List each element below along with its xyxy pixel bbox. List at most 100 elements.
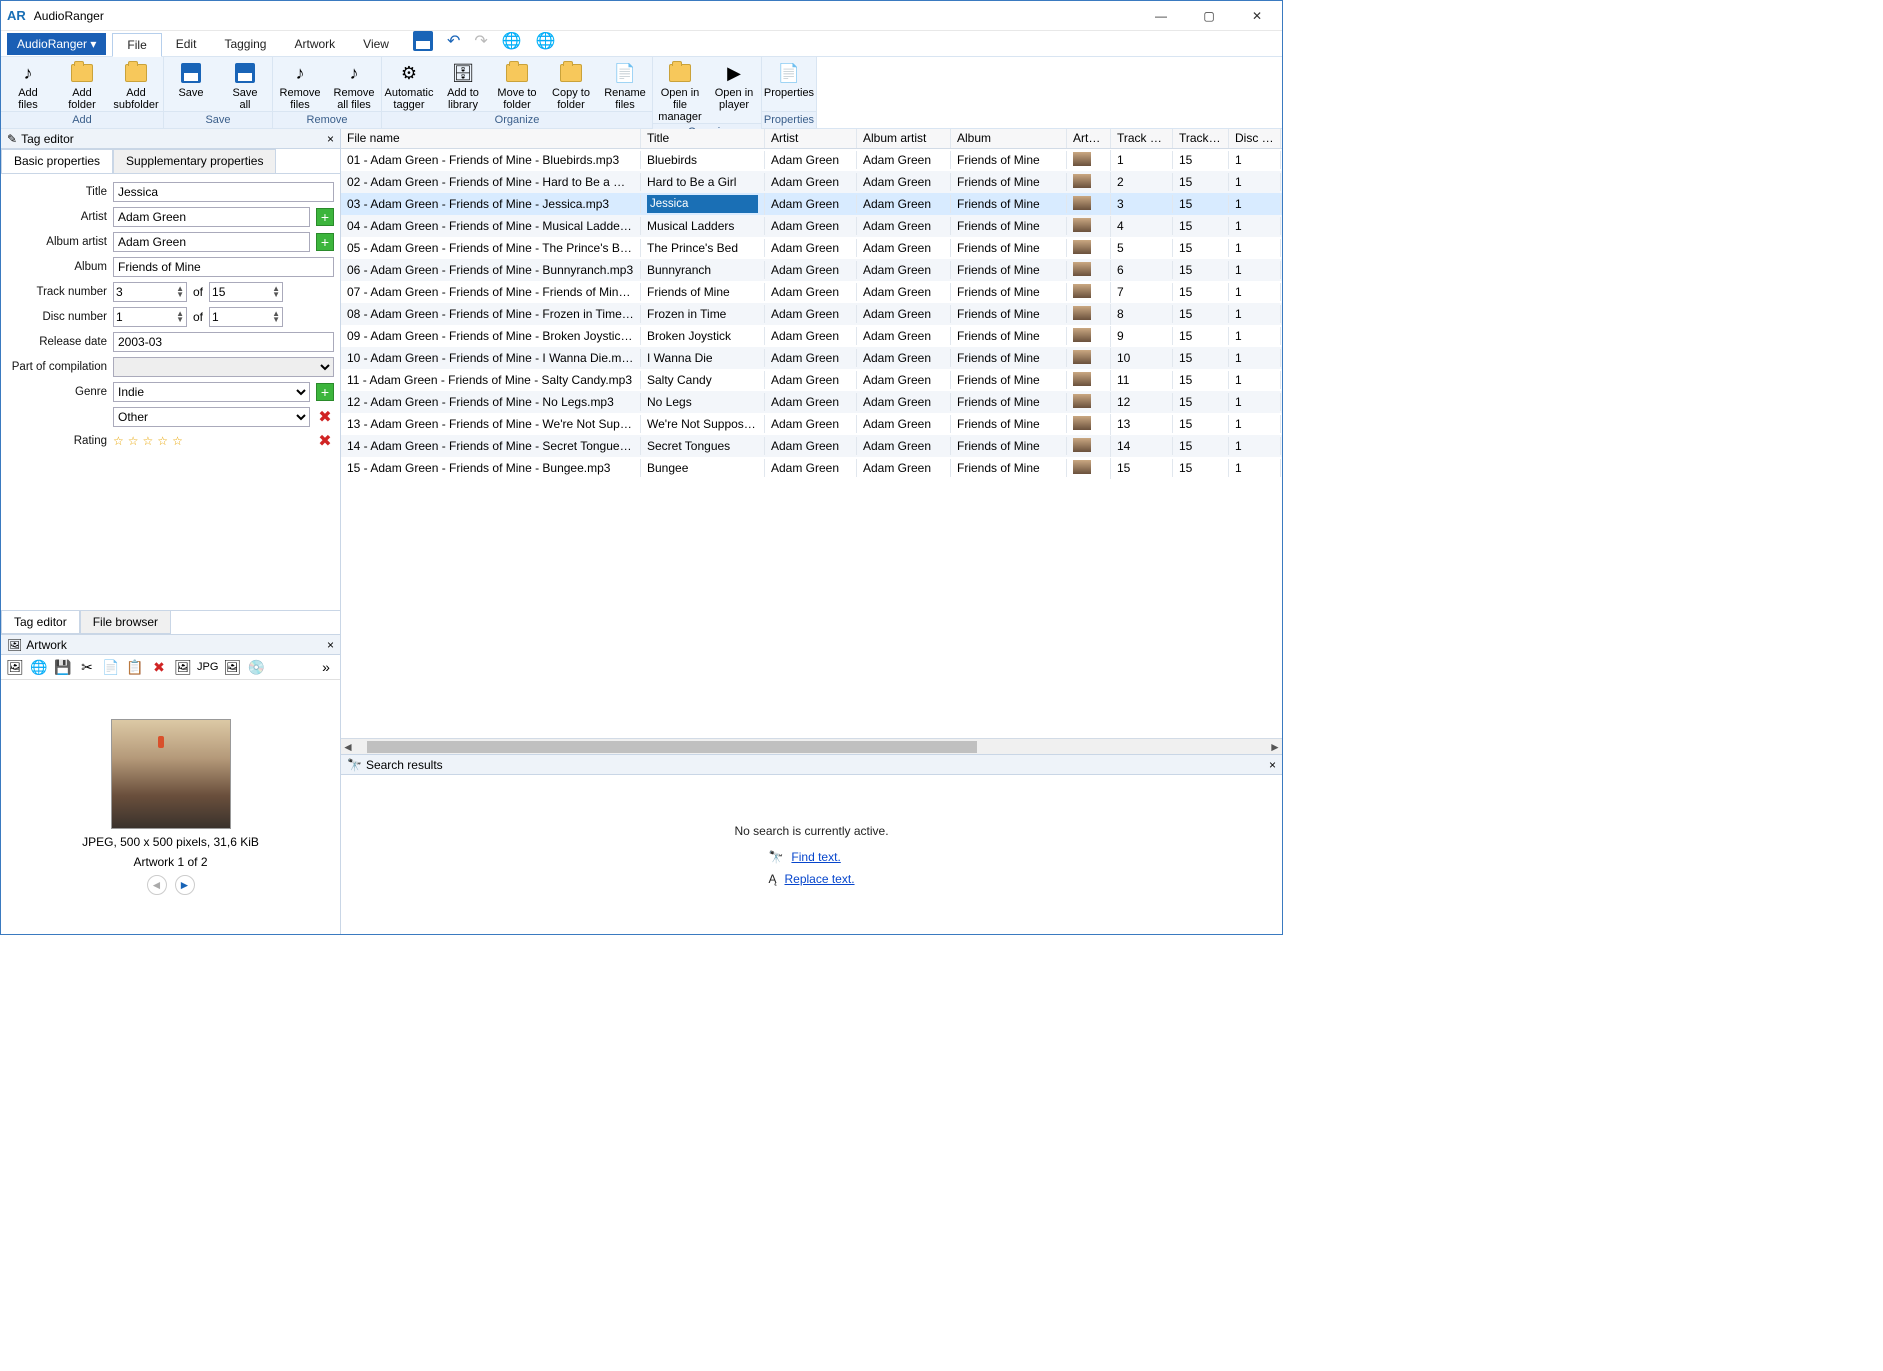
replace-text-link[interactable]: Replace text. — [784, 872, 854, 886]
table-row[interactable]: 11 - Adam Green - Friends of Mine - Salt… — [341, 369, 1282, 391]
table-row[interactable]: 03 - Adam Green - Friends of Mine - Jess… — [341, 193, 1282, 215]
artwork-image[interactable] — [111, 719, 231, 829]
table-row[interactable]: 01 - Adam Green - Friends of Mine - Blue… — [341, 149, 1282, 171]
col-track-count[interactable]: Track cou — [1173, 129, 1229, 148]
ribbon-rename-files[interactable]: 📄Rename files — [598, 57, 652, 111]
menu-file[interactable]: File — [112, 33, 161, 57]
ribbon-save-all[interactable]: Save all — [218, 57, 272, 111]
menu-view[interactable]: View — [349, 33, 403, 55]
close-button[interactable]: ✕ — [1242, 9, 1272, 23]
title-input[interactable] — [113, 182, 334, 202]
ribbon-save[interactable]: Save — [164, 57, 218, 111]
table-row[interactable]: 08 - Adam Green - Friends of Mine - Froz… — [341, 303, 1282, 325]
ribbon-add-folder[interactable]: Add folder — [55, 57, 109, 111]
artwork-paste-icon[interactable]: 📋 — [125, 657, 145, 677]
search-close-icon[interactable]: × — [1269, 758, 1276, 772]
bottom-tab-file-browser[interactable]: File browser — [80, 611, 171, 634]
artwork-more-icon[interactable]: » — [316, 657, 336, 677]
ribbon-add-subfolder[interactable]: Add subfolder — [109, 57, 163, 111]
clear-rating-icon[interactable]: ✖ — [316, 432, 334, 450]
col-artwork[interactable]: Artwork — [1067, 129, 1111, 148]
table-row[interactable]: 14 - Adam Green - Friends of Mine - Secr… — [341, 435, 1282, 457]
tag-editor-close-icon[interactable]: × — [327, 132, 334, 146]
artwork-resize-icon[interactable]: 🖼 — [173, 657, 193, 677]
table-row[interactable]: 05 - Adam Green - Friends of Mine - The … — [341, 237, 1282, 259]
find-text-link[interactable]: Find text. — [791, 850, 840, 864]
artwork-delete-icon[interactable]: ✖ — [149, 657, 169, 677]
ribbon-add-files[interactable]: ♪Add files — [1, 57, 55, 111]
table-row[interactable]: 13 - Adam Green - Friends of Mine - We'r… — [341, 413, 1282, 435]
compilation-select[interactable] — [113, 357, 334, 377]
app-logo: AR — [7, 8, 26, 23]
col-title[interactable]: Title — [641, 129, 765, 148]
ribbon-add-library[interactable]: 🗄Add to library — [436, 57, 490, 111]
ribbon-auto-tagger[interactable]: ⚙Automatic tagger — [382, 57, 436, 111]
add-artist-icon[interactable]: + — [316, 208, 334, 226]
table-row[interactable]: 10 - Adam Green - Friends of Mine - I Wa… — [341, 347, 1282, 369]
remove-genre-icon[interactable]: ✖ — [316, 408, 334, 426]
ribbon-open-fm[interactable]: Open in file manager — [653, 57, 707, 123]
ribbon-move-folder[interactable]: Move to folder — [490, 57, 544, 111]
artwork-close-icon[interactable]: × — [327, 638, 334, 652]
ribbon-copy-folder[interactable]: Copy to folder — [544, 57, 598, 111]
save-icon[interactable] — [413, 31, 433, 56]
artwork-cut-icon[interactable]: ✂ — [77, 657, 97, 677]
add-genre-icon[interactable]: + — [316, 383, 334, 401]
table-row[interactable]: 15 - Adam Green - Friends of Mine - Bung… — [341, 457, 1282, 479]
table-row[interactable]: 04 - Adam Green - Friends of Mine - Musi… — [341, 215, 1282, 237]
col-album[interactable]: Album — [951, 129, 1067, 148]
table-row[interactable]: 07 - Adam Green - Friends of Mine - Frie… — [341, 281, 1282, 303]
track-total-input[interactable]: ▲▼ — [209, 282, 283, 302]
globe-refresh-icon[interactable]: 🌐 — [502, 31, 522, 56]
ribbon-props[interactable]: 📄Properties — [762, 57, 816, 111]
track-number-input[interactable]: ▲▼ — [113, 282, 187, 302]
col-track-num[interactable]: Track num — [1111, 129, 1173, 148]
artwork-web-icon[interactable]: 🌐 — [29, 657, 49, 677]
disc-number-label: Disc number — [7, 311, 107, 323]
artwork-thumb-icon — [1073, 152, 1091, 166]
title-edit-input[interactable] — [647, 195, 758, 213]
artwork-prev-icon[interactable]: ◄ — [147, 875, 167, 895]
artwork-next-icon[interactable]: ► — [175, 875, 195, 895]
bottom-tab-tag-editor[interactable]: Tag editor — [1, 611, 80, 634]
disc-number-input[interactable]: ▲▼ — [113, 307, 187, 327]
col-album-artist[interactable]: Album artist — [857, 129, 951, 148]
table-row[interactable]: 06 - Adam Green - Friends of Mine - Bunn… — [341, 259, 1282, 281]
genre2-select[interactable]: Other — [113, 407, 310, 427]
artwork-copy-icon[interactable]: 📄 — [101, 657, 121, 677]
undo-icon[interactable]: ↶ — [447, 31, 460, 56]
col-filename[interactable]: File name — [341, 129, 641, 148]
redo-icon[interactable]: ↷ — [474, 31, 487, 56]
globe-search-icon[interactable]: 🌐 — [536, 31, 556, 56]
menu-tagging[interactable]: Tagging — [210, 33, 280, 55]
genre-select[interactable]: Indie — [113, 382, 310, 402]
rating-stars[interactable]: ☆☆☆☆☆ — [113, 434, 183, 448]
table-row[interactable]: 09 - Adam Green - Friends of Mine - Brok… — [341, 325, 1282, 347]
maximize-button[interactable]: ▢ — [1194, 9, 1224, 23]
table-row[interactable]: 12 - Adam Green - Friends of Mine - No L… — [341, 391, 1282, 413]
artwork-crop-icon[interactable]: 🖼 — [222, 657, 242, 677]
grid-horizontal-scrollbar[interactable]: ◄► — [341, 738, 1282, 754]
disc-total-input[interactable]: ▲▼ — [209, 307, 283, 327]
minimize-button[interactable]: — — [1146, 9, 1176, 23]
tab-basic-properties[interactable]: Basic properties — [1, 149, 113, 173]
ribbon-remove-files[interactable]: ♪Remove files — [273, 57, 327, 111]
table-row[interactable]: 02 - Adam Green - Friends of Mine - Hard… — [341, 171, 1282, 193]
app-menu-button[interactable]: AudioRanger ▾ — [7, 33, 106, 55]
ribbon-remove-all[interactable]: ♪Remove all files — [327, 57, 381, 111]
artwork-format-jpg[interactable]: JPG — [197, 657, 218, 677]
add-album-artist-icon[interactable]: + — [316, 233, 334, 251]
artist-input[interactable] — [113, 207, 310, 227]
col-disc-num[interactable]: Disc num — [1229, 129, 1281, 148]
album-input[interactable] — [113, 257, 334, 277]
col-artist[interactable]: Artist — [765, 129, 857, 148]
artwork-export-icon[interactable]: 💿 — [246, 657, 266, 677]
tab-supplementary-properties[interactable]: Supplementary properties — [113, 149, 276, 173]
menu-artwork[interactable]: Artwork — [280, 33, 349, 55]
release-date-input[interactable] — [113, 332, 334, 352]
artwork-scan-icon[interactable]: 💾 — [53, 657, 73, 677]
artwork-add-icon[interactable]: 🖼 — [5, 657, 25, 677]
album-artist-input[interactable] — [113, 232, 310, 252]
menu-edit[interactable]: Edit — [162, 33, 211, 55]
ribbon-open-player[interactable]: ▶Open in player — [707, 57, 761, 123]
